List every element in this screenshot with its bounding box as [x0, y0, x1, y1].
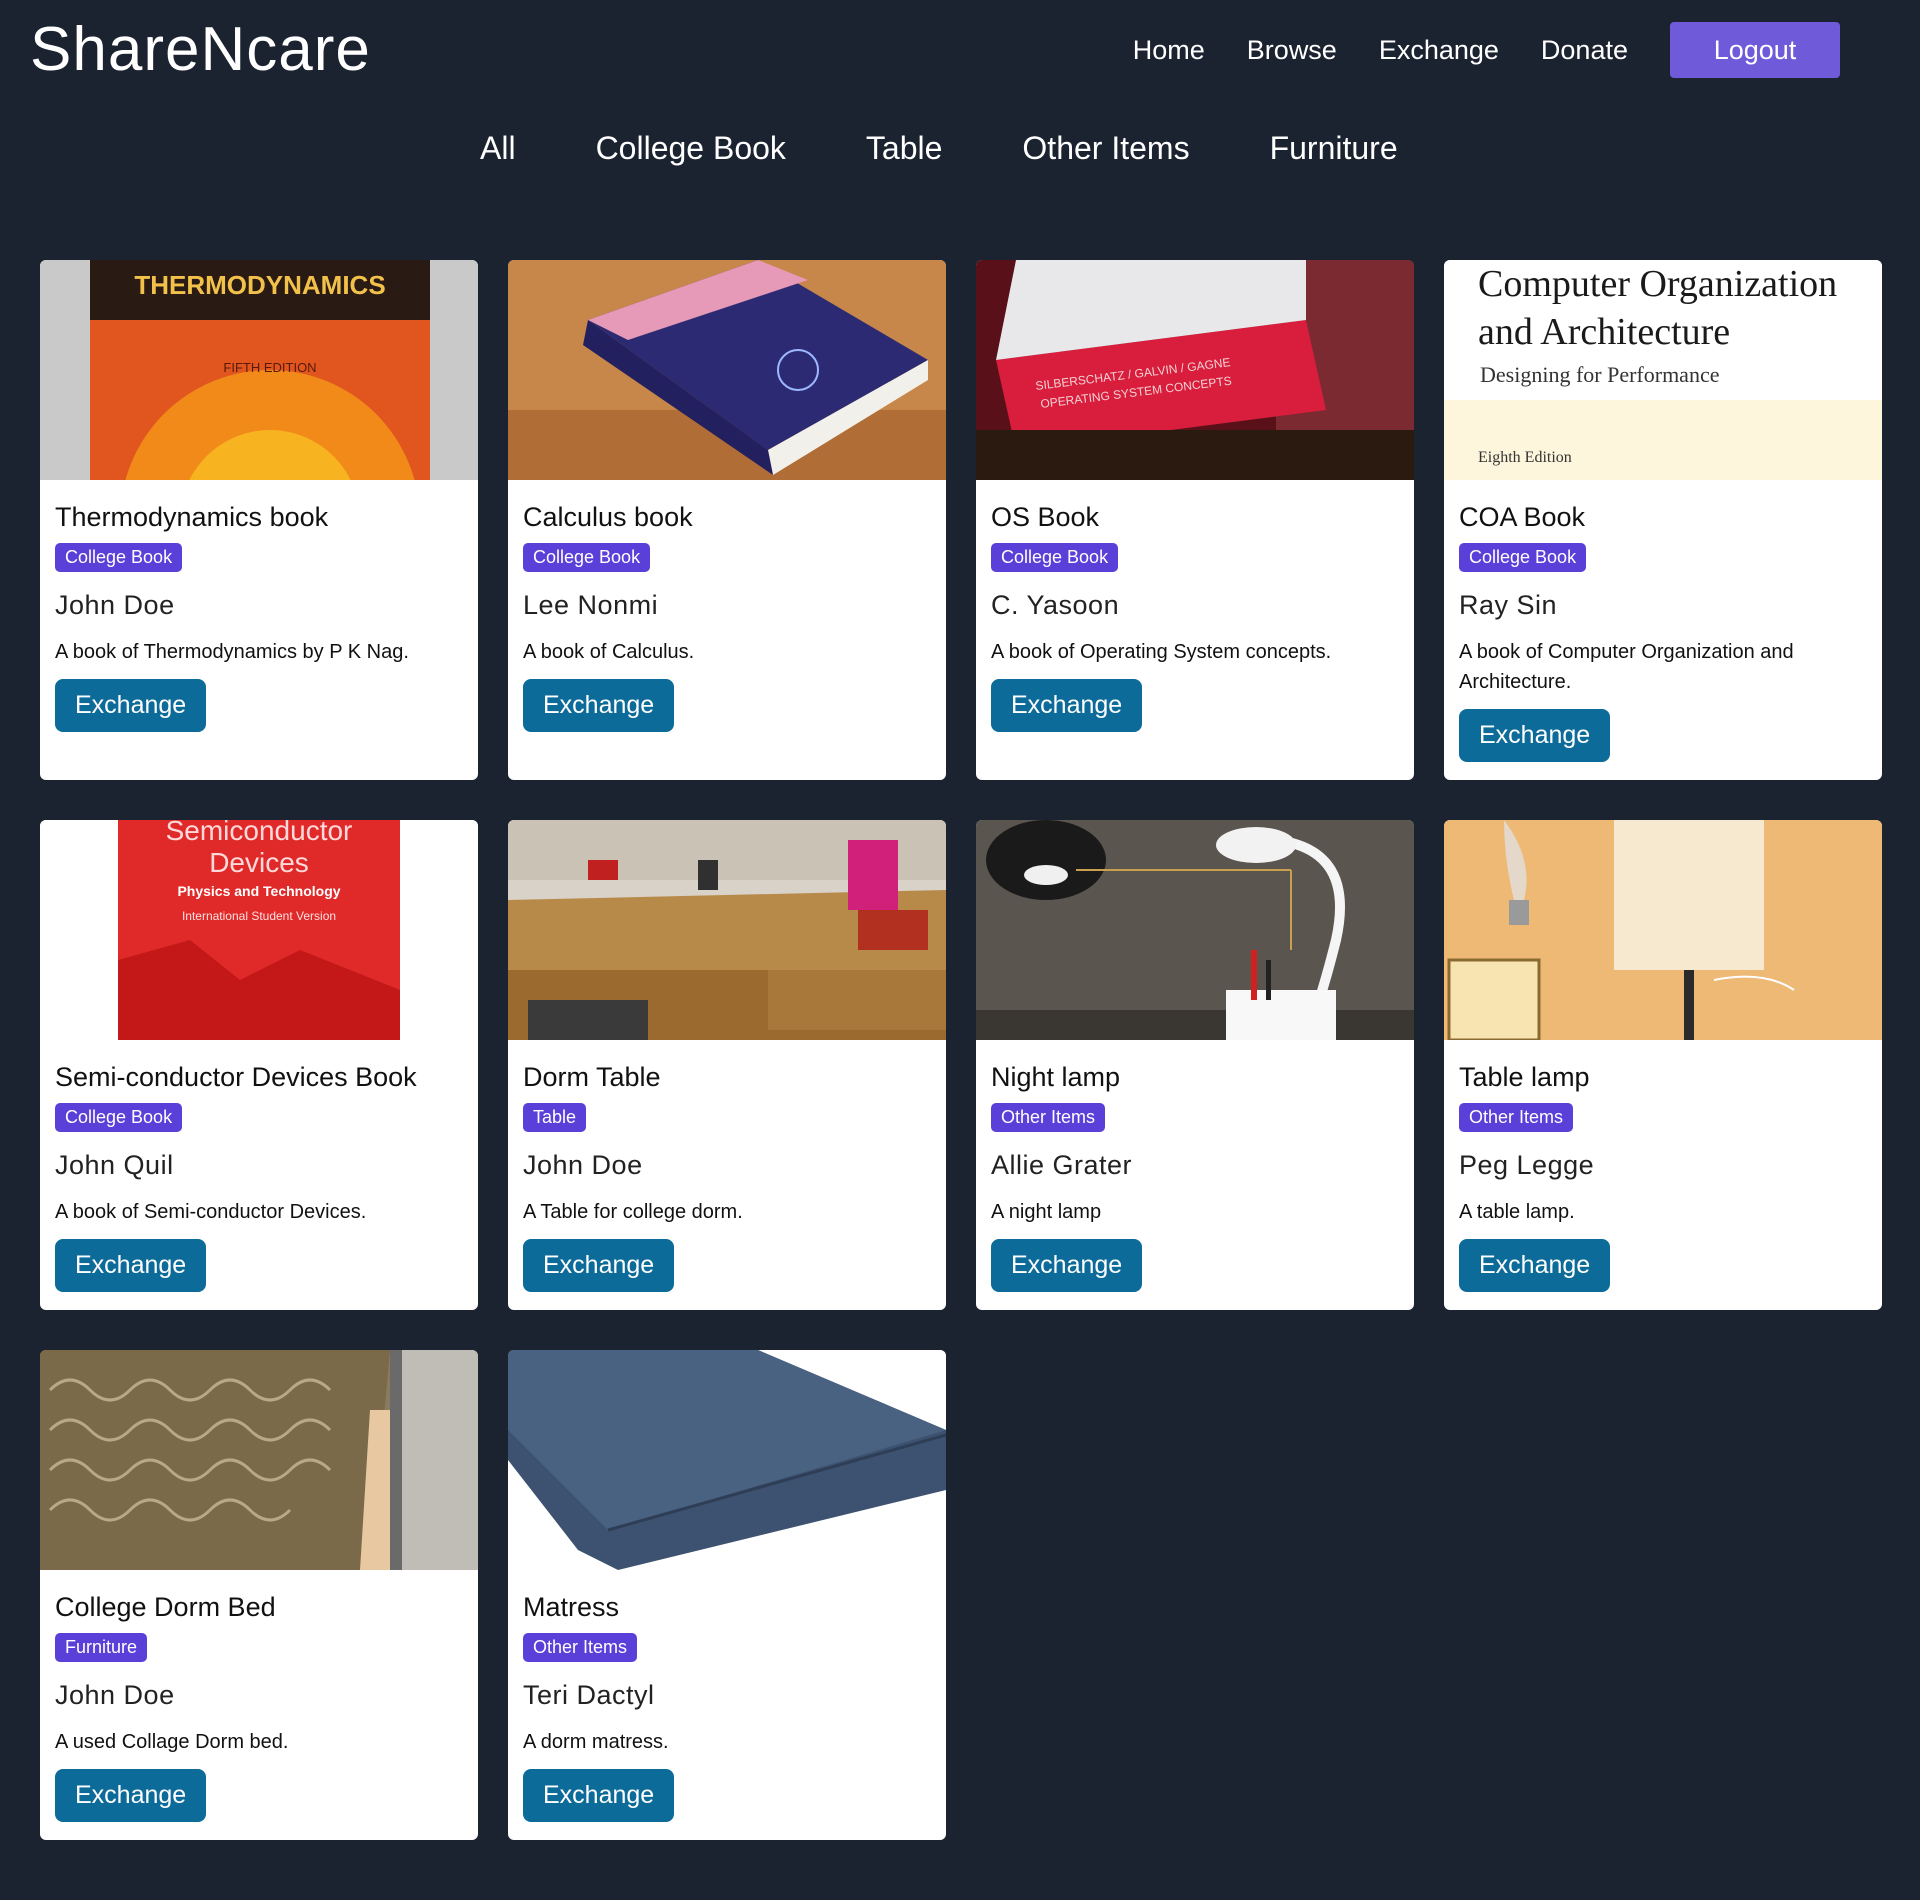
item-card: College Dorm Bed Furniture John Doe A us… — [40, 1350, 478, 1840]
category-badge: College Book — [523, 543, 651, 572]
filter-college-book[interactable]: College Book — [596, 130, 786, 167]
item-card: SILBERSCHATZ / GALVIN / GAGNE OPERATING … — [976, 260, 1414, 780]
item-image-table-lamp — [1444, 820, 1882, 1040]
exchange-button[interactable]: Exchange — [523, 1239, 675, 1292]
cover-subtitle: Physics and Technology — [177, 883, 340, 899]
item-owner: John Quil — [55, 1150, 174, 1180]
cover-title-line1: Computer Organization — [1478, 263, 1837, 305]
cover-title-line1: Semiconductor — [166, 820, 353, 846]
cover-edition: Eighth Edition — [1478, 449, 1572, 466]
item-title: COA Book — [1459, 502, 1586, 532]
cover-subtitle: Designing for Performance — [1480, 362, 1719, 387]
nav-home-link[interactable]: Home — [1133, 35, 1205, 66]
category-badge: Table — [523, 1103, 587, 1132]
cover-title-line2: Devices — [209, 847, 309, 878]
item-card: THERMODYNAMICS FIFTH EDITION Thermodynam… — [40, 260, 478, 780]
exchange-button[interactable]: Exchange — [991, 679, 1143, 732]
cover-edition: FIFTH EDITION — [223, 360, 316, 375]
exchange-button[interactable]: Exchange — [1459, 1239, 1611, 1292]
item-image-coa-book: Computer Organization and Architecture D… — [1444, 260, 1882, 480]
item-title: Table lamp — [1459, 1062, 1590, 1092]
nav-links: Home Browse Exchange Donate Logout — [1133, 22, 1840, 78]
cover-title-line2: and Architecture — [1478, 311, 1730, 353]
item-description: A night lamp — [991, 1201, 1102, 1223]
category-badge: Other Items — [1459, 1103, 1574, 1132]
category-badge: College Book — [991, 543, 1119, 572]
nav-donate-link[interactable]: Donate — [1541, 35, 1628, 66]
cover-title: THERMODYNAMICS — [134, 270, 385, 300]
exchange-button[interactable]: Exchange — [55, 679, 207, 732]
item-owner: John Doe — [55, 590, 175, 620]
filter-other-items[interactable]: Other Items — [1022, 130, 1189, 167]
item-owner: C. Yasoon — [991, 590, 1120, 620]
items-grid: THERMODYNAMICS FIFTH EDITION Thermodynam… — [40, 260, 1882, 1840]
filter-table[interactable]: Table — [866, 130, 943, 167]
item-title: Matress — [523, 1592, 620, 1622]
item-description: A book of Semi-conductor Devices. — [55, 1201, 367, 1223]
item-description: A book of Thermodynamics by P K Nag. — [55, 641, 409, 663]
filter-furniture[interactable]: Furniture — [1270, 130, 1398, 167]
item-title: Thermodynamics book — [55, 502, 329, 532]
brand-logo[interactable]: ShareNcare — [30, 14, 371, 85]
category-badge: Furniture — [55, 1633, 148, 1662]
item-title: Night lamp — [991, 1062, 1121, 1092]
item-description: A book of Computer Organization and Arch… — [1459, 641, 1794, 693]
item-title: Dorm Table — [523, 1062, 661, 1092]
item-description: A used Collage Dorm bed. — [55, 1731, 289, 1753]
item-owner: Peg Legge — [1459, 1150, 1595, 1180]
cover-version: International Student Version — [182, 909, 336, 923]
item-image-night-lamp — [976, 820, 1414, 1040]
category-badge: College Book — [55, 543, 183, 572]
item-owner: John Doe — [55, 1680, 175, 1710]
item-card: Computer Organization and Architecture D… — [1444, 260, 1882, 780]
item-owner: Lee Nonmi — [523, 590, 659, 620]
item-description: A Table for college dorm. — [523, 1201, 743, 1223]
item-description: A book of Operating System concepts. — [991, 641, 1332, 663]
exchange-button[interactable]: Exchange — [991, 1239, 1143, 1292]
item-image-dorm-table — [508, 820, 946, 1040]
exchange-button[interactable]: Exchange — [55, 1769, 207, 1822]
item-title: Calculus book — [523, 502, 693, 532]
item-title: Semi-conductor Devices Book — [55, 1062, 417, 1092]
exchange-button[interactable]: Exchange — [523, 679, 675, 732]
category-badge: College Book — [1459, 543, 1587, 572]
category-badge: Other Items — [523, 1633, 638, 1662]
category-badge: College Book — [55, 1103, 183, 1132]
item-owner: Allie Grater — [991, 1150, 1133, 1180]
item-title: College Dorm Bed — [55, 1592, 276, 1622]
item-card: Dorm Table Table John Doe A Table for co… — [508, 820, 946, 1310]
logout-button[interactable]: Logout — [1670, 22, 1840, 78]
category-filters: All College Book Table Other Items Furni… — [480, 130, 1478, 167]
item-image-os-book: SILBERSCHATZ / GALVIN / GAGNE OPERATING … — [976, 260, 1414, 480]
item-image-dorm-bed — [40, 1350, 478, 1570]
item-image-thermodynamics-book: THERMODYNAMICS FIFTH EDITION — [40, 260, 478, 480]
exchange-button[interactable]: Exchange — [1459, 709, 1611, 762]
item-owner: John Doe — [523, 1150, 643, 1180]
navbar: ShareNcare Home Browse Exchange Donate L… — [0, 0, 1920, 100]
item-image-matress — [508, 1350, 946, 1570]
item-image-semiconductor-book: Semiconductor Devices Physics and Techno… — [40, 820, 478, 1040]
item-owner: Teri Dactyl — [523, 1680, 655, 1710]
exchange-button[interactable]: Exchange — [523, 1769, 675, 1822]
category-badge: Other Items — [991, 1103, 1106, 1132]
nav-exchange-link[interactable]: Exchange — [1379, 35, 1499, 66]
item-image-calculus-book — [508, 260, 946, 480]
exchange-button[interactable]: Exchange — [55, 1239, 207, 1292]
item-card: Calculus book College Book Lee Nonmi A b… — [508, 260, 946, 780]
item-description: A book of Calculus. — [523, 641, 695, 663]
item-title: OS Book — [991, 502, 1100, 532]
item-card: Matress Other Items Teri Dactyl A dorm m… — [508, 1350, 946, 1840]
item-card: Table lamp Other Items Peg Legge A table… — [1444, 820, 1882, 1310]
item-description: A dorm matress. — [523, 1731, 669, 1753]
item-owner: Ray Sin — [1459, 590, 1558, 620]
item-description: A table lamp. — [1459, 1201, 1575, 1223]
filter-all[interactable]: All — [480, 130, 516, 167]
nav-browse-link[interactable]: Browse — [1247, 35, 1337, 66]
item-card: Semiconductor Devices Physics and Techno… — [40, 820, 478, 1310]
item-card: Night lamp Other Items Allie Grater A ni… — [976, 820, 1414, 1310]
